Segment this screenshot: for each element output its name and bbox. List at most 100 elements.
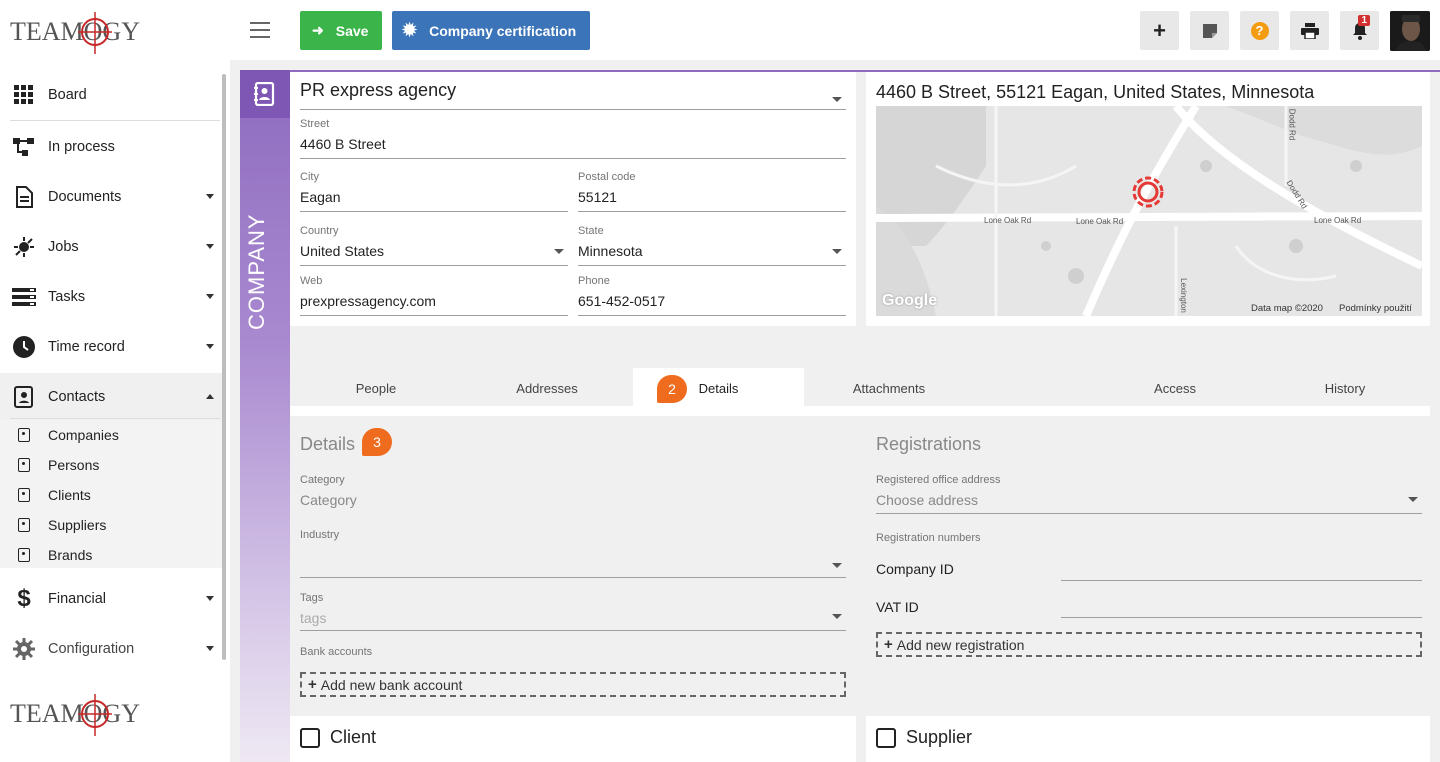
print-button[interactable]	[1290, 11, 1329, 50]
sidebar-item-configuration[interactable]: Configuration	[0, 625, 222, 673]
postal-code-field[interactable]: Postal code 55121	[578, 171, 846, 212]
map-panel: 4460 B Street, 55121 Eagan, United State…	[866, 72, 1430, 326]
teamogy-logo[interactable]: TEAMOGY	[10, 8, 160, 58]
notification-count-badge: 1	[1358, 15, 1370, 26]
sidebar-item-financial[interactable]: $ Financial	[0, 575, 222, 623]
client-checkbox[interactable]	[300, 728, 320, 748]
sidebar-item-label: Documents	[48, 189, 122, 205]
web-field[interactable]: Web prexpressagency.com	[300, 275, 568, 316]
sidebar-subitem-clients[interactable]: Clients	[0, 480, 222, 510]
chevron-down-icon[interactable]	[206, 294, 214, 299]
country-select[interactable]: Country United States	[300, 225, 568, 266]
contact-card-icon	[18, 518, 30, 532]
sidebar-item-in-process[interactable]: In process	[0, 123, 222, 171]
registered-office-select[interactable]: Registered office address Choose address	[876, 474, 1422, 514]
chevron-down-icon[interactable]	[206, 244, 214, 249]
sidebar-subitem-label: Brands	[48, 547, 93, 563]
company-id-input[interactable]	[1061, 580, 1422, 581]
add-bank-account-button[interactable]: + Add new bank account	[300, 672, 846, 697]
sidebar-item-documents[interactable]: Documents	[0, 173, 222, 221]
add-button[interactable]: +	[1140, 11, 1179, 50]
contact-card-icon	[18, 488, 30, 502]
save-button[interactable]: ➜ Save	[300, 11, 382, 50]
tab-addresses[interactable]: Addresses	[462, 368, 632, 408]
user-avatar[interactable]	[1390, 11, 1430, 51]
industry-select[interactable]: Industry	[300, 529, 846, 579]
registrations-title: Registrations	[876, 434, 982, 454]
map-terms-link[interactable]: Podmínky použití	[1339, 303, 1412, 314]
registrations-panel: Registrations Registered office address …	[866, 416, 1430, 706]
category-field[interactable]: Category Category	[300, 474, 846, 508]
sidebar-item-board[interactable]: Board	[0, 71, 222, 119]
app: TEAMOGY Board In process Documents Jobs …	[0, 0, 1440, 762]
sidebar-item-jobs[interactable]: Jobs	[0, 223, 222, 271]
supplier-checkbox[interactable]	[876, 728, 896, 748]
sidebar-item-label: Board	[48, 87, 87, 103]
sign-in-icon: ➜	[312, 22, 324, 38]
details-title: Details	[300, 434, 356, 454]
registration-numbers-label: Registration numbers	[876, 532, 981, 544]
jobs-icon	[12, 235, 36, 259]
notifications-button[interactable]: 1	[1340, 11, 1379, 50]
state-select[interactable]: State Minnesota	[578, 225, 846, 266]
chevron-down-icon[interactable]	[1408, 497, 1418, 502]
sidebar-subitem-persons[interactable]: Persons	[0, 450, 222, 480]
svg-text:TEAMOGY: TEAMOGY	[10, 17, 140, 46]
note-button[interactable]	[1190, 11, 1229, 50]
chevron-down-icon[interactable]	[832, 97, 842, 102]
chevron-down-icon[interactable]	[832, 563, 842, 568]
chevron-down-icon[interactable]	[832, 249, 842, 254]
document-icon	[12, 185, 36, 209]
sidebar-item-label: Contacts	[48, 389, 106, 405]
tab-people[interactable]: People	[290, 368, 462, 408]
chevron-down-icon[interactable]	[206, 194, 214, 199]
help-button[interactable]: ?	[1240, 11, 1279, 50]
sidebar-item-contacts[interactable]: Contacts	[0, 373, 222, 421]
sidebar-subitem-suppliers[interactable]: Suppliers	[0, 510, 222, 540]
chevron-down-icon[interactable]	[206, 596, 214, 601]
company-certification-button[interactable]: ✹ Company certification	[392, 11, 590, 50]
sidebar: TEAMOGY Board In process Documents Jobs …	[0, 0, 230, 762]
plus-icon: +	[1153, 17, 1166, 43]
divider	[10, 418, 220, 419]
tab-bar: People Addresses Details Attachments Acc…	[290, 368, 1430, 408]
chevron-up-icon[interactable]	[206, 394, 214, 399]
city-field[interactable]: City Eagan	[300, 171, 568, 212]
step-badge: 3	[362, 428, 392, 456]
sidebar-subitem-label: Persons	[48, 457, 100, 473]
sidebar-subitem-label: Clients	[48, 487, 91, 503]
chevron-down-icon[interactable]	[554, 249, 564, 254]
phone-field[interactable]: Phone 651-452-0517	[578, 275, 846, 316]
tags-select[interactable]: Tags tags	[300, 592, 846, 632]
sidebar-item-label: In process	[48, 139, 115, 155]
chevron-down-icon[interactable]	[206, 646, 214, 651]
clock-icon	[12, 335, 36, 359]
sidebar-subitem-brands[interactable]: Brands	[0, 540, 222, 570]
street-field[interactable]: Street 4460 B Street	[300, 118, 846, 159]
gear-icon	[12, 637, 36, 661]
sidebar-item-label: Jobs	[48, 239, 79, 255]
sidebar-item-time-record[interactable]: Time record	[0, 323, 222, 371]
contacts-submenu: Companies Persons Clients Suppliers Bran…	[0, 420, 222, 568]
sidebar-item-label: Configuration	[48, 641, 135, 657]
plus-icon: +	[308, 676, 317, 693]
map-view[interactable]: Lone Oak Rd Lone Oak Rd Lone Oak Rd Dodd…	[876, 106, 1422, 316]
dollar-icon: $	[17, 585, 31, 612]
sidebar-item-label: Time record	[48, 339, 125, 355]
sidebar-subitem-companies[interactable]: Companies	[0, 420, 222, 450]
bank-accounts-label: Bank accounts	[300, 646, 373, 658]
contact-card-icon	[18, 428, 30, 442]
vat-id-input[interactable]	[1061, 617, 1422, 618]
tab-access[interactable]: Access	[1090, 368, 1260, 408]
company-name-field[interactable]: PR express agency	[300, 80, 846, 110]
sidebar-scrollbar[interactable]	[222, 74, 226, 660]
sidebar-item-tasks[interactable]: Tasks	[0, 273, 222, 321]
hamburger-menu-icon[interactable]	[250, 22, 270, 38]
chevron-down-icon[interactable]	[206, 344, 214, 349]
supplier-label: Supplier	[906, 727, 973, 747]
add-registration-button[interactable]: + Add new registration	[876, 632, 1422, 657]
company-form-panel: PR express agency Street 4460 B Street C…	[290, 72, 856, 326]
tab-attachments[interactable]: Attachments	[804, 368, 974, 408]
chevron-down-icon[interactable]	[832, 614, 842, 619]
tab-history[interactable]: History	[1260, 368, 1430, 408]
